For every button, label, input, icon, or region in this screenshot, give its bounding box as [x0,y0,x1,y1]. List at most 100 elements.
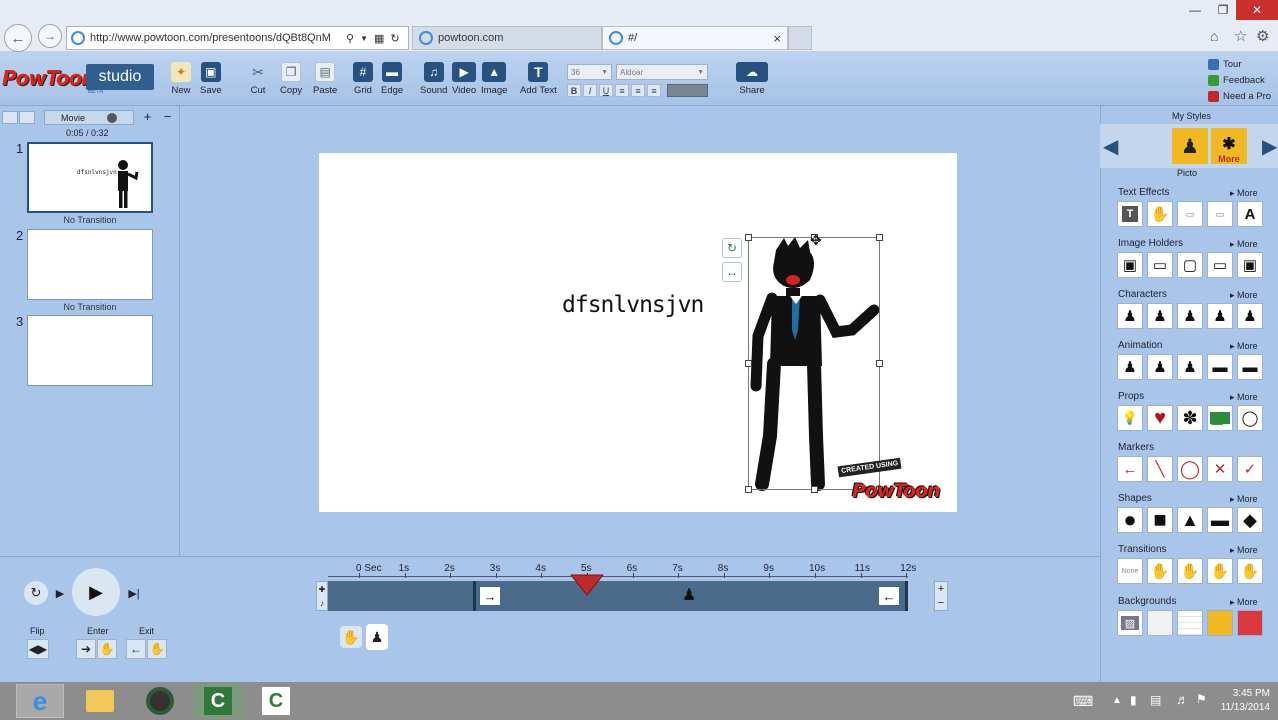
enter-effect-button[interactable]: → [480,587,500,605]
text-effect-item[interactable]: ▭ [1207,201,1233,227]
resize-handle[interactable] [876,234,883,241]
enter-hand-button[interactable]: ✋ [97,639,117,659]
exit-marker[interactable] [905,581,908,611]
exit-direction-button[interactable]: ← [126,639,146,659]
more-link[interactable]: ▸ More [1230,341,1258,352]
resize-handle[interactable] [811,486,818,493]
cut-button[interactable]: ✂ Cut [248,62,268,97]
animation-item[interactable]: ♟ [1147,354,1173,380]
more-link[interactable]: ▸ More [1230,188,1258,199]
volume-icon[interactable]: ♬ [1176,692,1189,707]
taskbar-camtasia-2[interactable]: C [252,684,300,718]
more-link[interactable]: ▸ More [1230,494,1258,505]
exit-effect-button[interactable]: ← [879,587,899,605]
refresh-icon[interactable]: ↻ [390,32,399,45]
back-button[interactable]: ← [4,24,32,52]
image-button[interactable]: ▲ Image [481,62,507,96]
tour-link[interactable]: Tour [1208,56,1278,72]
shape-item[interactable]: ▬ [1207,507,1233,533]
font-family-select[interactable]: Aldoar ▼ [616,64,708,80]
shape-item[interactable]: ■ [1147,507,1173,533]
paste-button[interactable]: ▤ Paste [313,62,337,96]
background-item[interactable] [1237,610,1263,636]
slide-text-element[interactable]: dfsnlvnsjvn [562,292,704,318]
flip-button[interactable]: ◀▶ [27,639,49,659]
add-slide-button[interactable]: + [140,110,155,125]
marker-item[interactable]: ╲ [1147,456,1173,482]
save-button[interactable]: ▣ Save [200,62,222,96]
transition-item[interactable]: ✋ [1147,558,1173,584]
image-holder-item[interactable]: ▣ [1117,252,1143,278]
shape-item[interactable]: ▲ [1177,507,1203,533]
more-link[interactable]: ▸ More [1230,290,1258,301]
forward-button[interactable]: → [38,24,62,48]
restore-button[interactable]: ❐ [1210,0,1236,20]
transition-item[interactable]: ✋ [1207,558,1233,584]
shape-item[interactable]: ◆ [1237,507,1263,533]
marker-item[interactable]: ← [1117,456,1143,482]
taskbar-ie[interactable]: e [16,684,64,718]
taskbar-app[interactable] [136,684,184,718]
grid-button[interactable]: # Grid [353,62,373,96]
flip-element-button[interactable]: ↔ [722,262,742,282]
tray-expand-icon[interactable]: ▲ [1112,695,1122,706]
animation-item[interactable]: ▬ [1207,354,1233,380]
character-item[interactable]: ♟ [1177,303,1203,329]
favorites-star-icon[interactable]: ☆ [1234,27,1247,45]
copy-button[interactable]: ❐ Copy [280,62,302,96]
marker-item[interactable]: ◯ [1177,456,1203,482]
text-color-picker[interactable] [667,84,708,97]
share-button[interactable]: ☁ Share [736,62,768,96]
play-button[interactable]: ▶ [72,568,120,616]
animation-item[interactable]: ▬ [1237,354,1263,380]
element-character-thumb[interactable]: ♟ [366,624,388,650]
background-item[interactable] [1177,610,1203,636]
text-effect-item[interactable]: T [1117,201,1143,227]
music-icon[interactable]: ♪ [320,599,324,608]
more-link[interactable]: ▸ More [1230,597,1258,608]
compatibility-icon[interactable]: ▦ [374,32,384,45]
feedback-link[interactable]: Feedback [1208,72,1278,88]
marker-item[interactable]: ✕ [1207,456,1233,482]
character-item[interactable]: ♟ [1237,303,1263,329]
system-clock[interactable]: 3:45 PM 11/13/2014 [1206,687,1270,715]
animation-item[interactable]: ♟ [1117,354,1143,380]
search-icon[interactable]: ⚲ [346,32,354,45]
animation-item[interactable]: ♟ [1177,354,1203,380]
close-button[interactable]: ✕ [1236,0,1278,20]
resize-handle[interactable] [876,360,883,367]
element-track[interactable] [328,581,908,611]
selection-box[interactable] [745,234,883,493]
minimize-button[interactable]: — [1180,0,1210,20]
tab-active[interactable]: #/ × [602,26,788,50]
remove-slide-button[interactable]: − [160,110,175,125]
more-link[interactable]: ▸ More [1230,392,1258,403]
enter-marker[interactable] [473,581,476,611]
style-more[interactable]: ✱ More [1211,128,1247,164]
keyboard-icon[interactable]: ⌨ [1073,693,1093,710]
bold-button[interactable]: B [567,84,581,97]
element-hand-thumb[interactable]: ✋ [340,626,362,648]
list-view-icon[interactable] [19,111,35,124]
prop-item[interactable]: ◯ [1237,405,1263,431]
align-left-button[interactable]: ≡ [615,84,629,97]
dropdown-icon[interactable]: ▼ [360,34,368,43]
tab-powtoon[interactable]: powtoon.com [412,26,602,50]
background-item[interactable]: ▨ [1117,610,1143,636]
edge-button[interactable]: ▬ Edge [381,62,403,96]
play-from-start-button[interactable]: ▶ [50,583,70,603]
zoom-out-button[interactable]: − [938,597,944,609]
character-item[interactable]: ♟ [1147,303,1173,329]
text-effect-item[interactable]: ▭ [1177,201,1203,227]
align-center-button[interactable]: ≡ [631,84,645,97]
prop-item[interactable]: ▭ [1207,405,1233,431]
add-text-button[interactable]: T Add Text [520,62,557,96]
enter-direction-button[interactable]: ➔ [76,639,96,659]
movie-mode-toggle[interactable]: Movie [44,110,134,125]
prop-item[interactable]: ♥ [1147,405,1173,431]
slide-thumbnail-3[interactable] [27,315,153,386]
image-holder-item[interactable]: ▢ [1177,252,1203,278]
resize-handle[interactable] [745,360,752,367]
resize-handle[interactable] [745,234,752,241]
replay-button[interactable]: ↻ [24,581,48,605]
